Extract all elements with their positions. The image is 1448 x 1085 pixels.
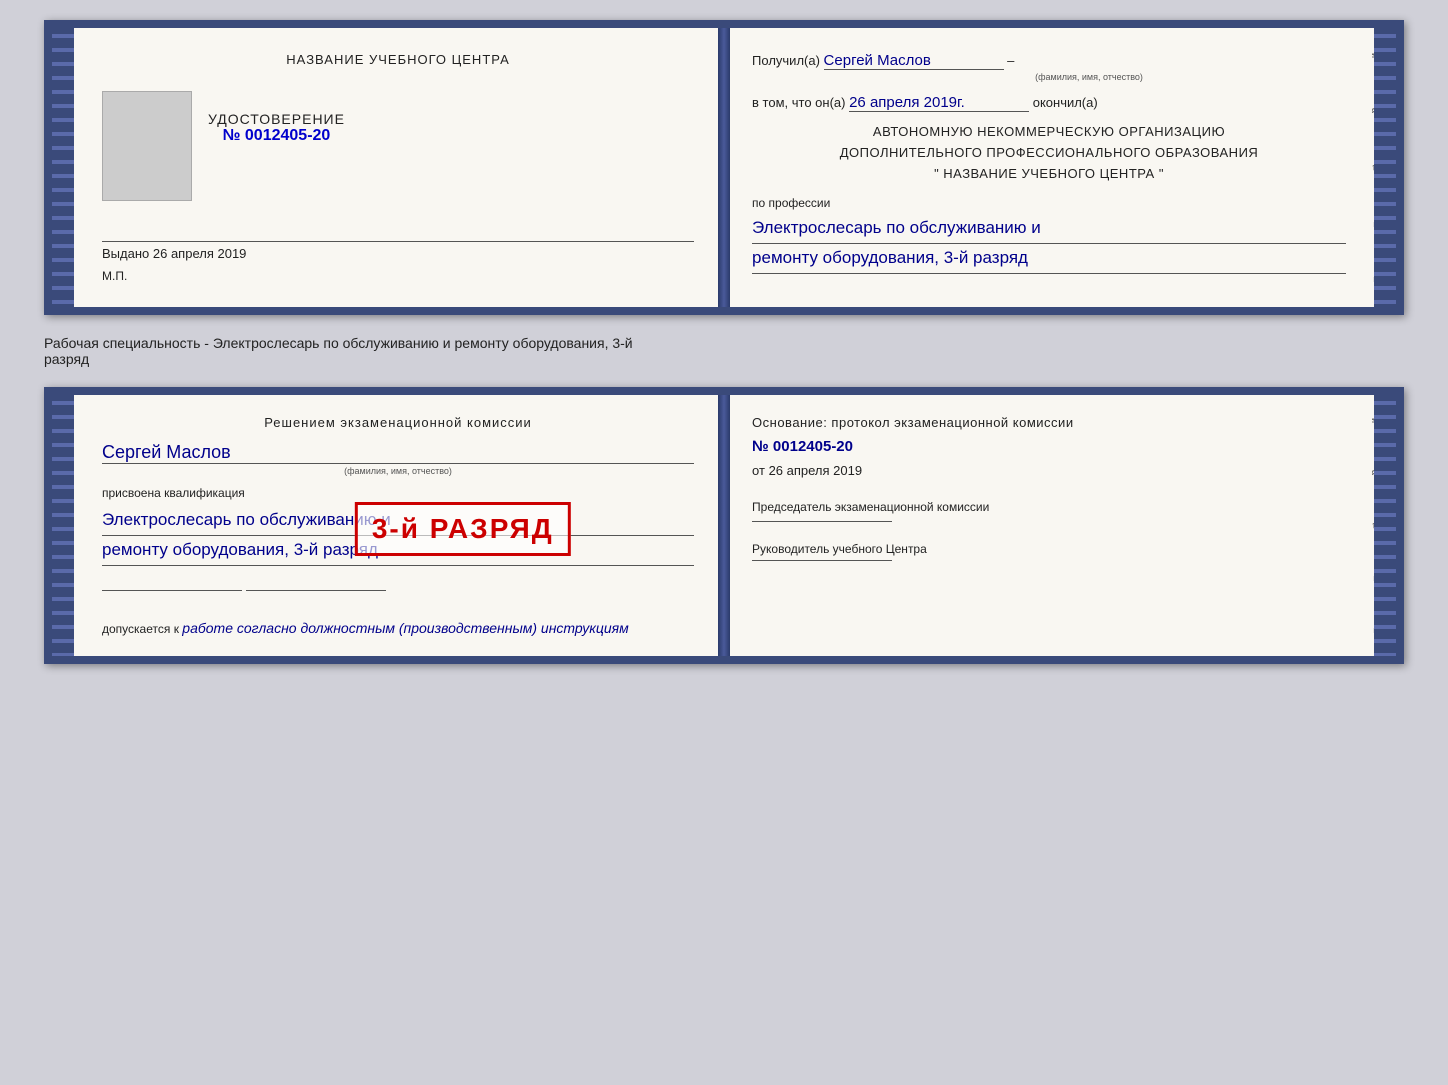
org-block: АВТОНОМНУЮ НЕКОММЕРЧЕСКУЮ ОРГАНИЗАЦИЮ ДО… (752, 122, 1346, 184)
dopuskaetsya-block: допускается к работе согласно должностны… (102, 620, 694, 636)
bottom-name: Сергей Маслов (102, 442, 694, 464)
osnov-text: Основание: протокол экзаменационной коми… (752, 415, 1346, 430)
top-left-page: НАЗВАНИЕ УЧЕБНОГО ЦЕНТРА УДОСТОВЕРЕНИЕ №… (74, 28, 724, 307)
bottom-right-side-markers: и а ← – – (1370, 395, 1380, 656)
poluchil-row: Получил(а) Сергей Маслов – (752, 52, 1346, 70)
issued-label: Выдано (102, 246, 149, 261)
top-center-title: НАЗВАНИЕ УЧЕБНОГО ЦЕНТРА (102, 52, 694, 67)
komissia-title: Решением экзаменационной комиссии (102, 415, 694, 430)
допускается-label: допускается к (102, 622, 179, 636)
predsedatel-block: Председатель экзаменационной комиссии (752, 498, 1346, 522)
top-certificate-book: НАЗВАНИЕ УЧЕБНОГО ЦЕНТРА УДОСТОВЕРЕНИЕ №… (44, 20, 1404, 315)
bottom-right-page: Основание: протокол экзаменационной коми… (724, 395, 1374, 656)
bottom-book-spine (718, 395, 730, 656)
ot-line: от 26 апреля 2019 (752, 463, 1346, 478)
predsedatel-label: Председатель экзаменационной комиссии (752, 500, 989, 514)
org-line2: ДОПОЛНИТЕЛЬНОГО ПРОФЕССИОНАЛЬНОГО ОБРАЗО… (752, 143, 1346, 164)
udostoverenie-label: УДОСТОВЕРЕНИЕ (208, 111, 345, 127)
bottom-certificate-book: Решением экзаменационной комиссии Сергей… (44, 387, 1404, 664)
vtom-row: в том, что он(а) 26 апреля 2019г. окончи… (752, 94, 1346, 112)
description-text: Рабочая специальность - Электрослесарь п… (44, 331, 1404, 371)
udostoverenie-number: № 0012405-20 (208, 127, 345, 145)
recipient-name: Сергей Маслов (824, 52, 1004, 70)
bottom-fio-label: (фамилия, имя, отчество) (102, 466, 694, 476)
desc-line1: Рабочая специальность - Электрослесарь п… (44, 335, 633, 351)
ruk-label: Руководитель учебного Центра (752, 542, 927, 556)
sig-line-1 (102, 590, 242, 591)
fio-label-top: (фамилия, имя, отчество) (832, 72, 1346, 82)
ot-label: от (752, 463, 765, 478)
top-right-page: Получил(а) Сергей Маслов – (фамилия, имя… (724, 28, 1374, 307)
ot-date: 26 апреля 2019 (769, 463, 863, 478)
sig-line-2 (246, 590, 386, 591)
допускается-value: работе согласно должностным (производств… (182, 620, 628, 636)
po-professii-label: по профессии (752, 196, 1346, 210)
right-side-markers: и а ← – – (1370, 28, 1380, 307)
issued-line: Выдано 26 апреля 2019 (102, 241, 694, 261)
book-spine (718, 28, 730, 307)
udost-block: УДОСТОВЕРЕНИЕ № 0012405-20 (208, 111, 345, 145)
prisvoena-label: присвоена квалификация (102, 486, 694, 500)
stamp-mp: М.П. (102, 269, 694, 283)
profession-line2: ремонту оборудования, 3-й разряд (752, 244, 1346, 274)
photo-udost-row: УДОСТОВЕРЕНИЕ № 0012405-20 (102, 91, 694, 201)
desc-line2: разряд (44, 351, 89, 367)
ruk-block: Руководитель учебного Центра (752, 542, 1346, 561)
bottom-left-page: Решением экзаменационной комиссии Сергей… (74, 395, 724, 656)
org-line3: " НАЗВАНИЕ УЧЕБНОГО ЦЕНТРА " (752, 164, 1346, 185)
bottom-number: № 0012405-20 (752, 438, 1346, 455)
photo-placeholder (102, 91, 192, 201)
org-line1: АВТОНОМНУЮ НЕКОММЕРЧЕСКУЮ ОРГАНИЗАЦИЮ (752, 122, 1346, 143)
profession-line1: Электрослесарь по обслуживанию и (752, 214, 1346, 244)
vtom-label: в том, что он(а) (752, 95, 845, 110)
okonchil-label: окончил(а) (1033, 95, 1098, 110)
stamp-razryad: 3-й РАЗРЯД (355, 502, 571, 556)
vtom-date: 26 апреля 2019г. (849, 94, 1029, 112)
poluchil-label: Получил(а) (752, 53, 820, 68)
issued-date: 26 апреля 2019 (153, 246, 247, 261)
